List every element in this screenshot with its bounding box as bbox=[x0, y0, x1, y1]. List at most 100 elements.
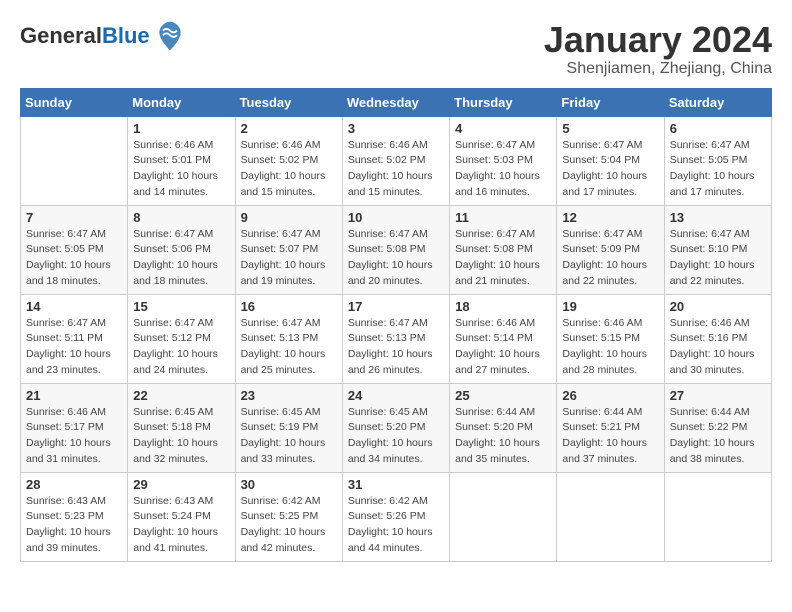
week-row-2: 7 Sunrise: 6:47 AMSunset: 5:05 PMDaylight… bbox=[21, 205, 772, 294]
day-number: 20 bbox=[670, 299, 766, 314]
day-number: 13 bbox=[670, 210, 766, 225]
day-info: Sunrise: 6:45 AMSunset: 5:18 PMDaylight:… bbox=[133, 405, 229, 468]
week-row-4: 21 Sunrise: 6:46 AMSunset: 5:17 PMDayligh… bbox=[21, 383, 772, 472]
day-number: 15 bbox=[133, 299, 229, 314]
calendar-cell: 5 Sunrise: 6:47 AMSunset: 5:04 PMDaylight… bbox=[557, 116, 664, 205]
day-number: 17 bbox=[348, 299, 444, 314]
header-row: SundayMondayTuesdayWednesdayThursdayFrid… bbox=[21, 88, 772, 116]
day-info: Sunrise: 6:47 AMSunset: 5:08 PMDaylight:… bbox=[348, 227, 444, 290]
calendar-cell bbox=[557, 472, 664, 561]
day-number: 28 bbox=[26, 477, 122, 492]
calendar-cell bbox=[664, 472, 771, 561]
title-block: January 2024 Shenjiamen, Zhejiang, China bbox=[544, 20, 772, 78]
day-number: 11 bbox=[455, 210, 551, 225]
calendar-cell: 11 Sunrise: 6:47 AMSunset: 5:08 PMDayligh… bbox=[450, 205, 557, 294]
page-header: GeneralBlue January 2024 Shenjiamen, Zhe… bbox=[20, 20, 772, 78]
calendar-cell bbox=[21, 116, 128, 205]
day-number: 6 bbox=[670, 121, 766, 136]
day-number: 27 bbox=[670, 388, 766, 403]
day-number: 21 bbox=[26, 388, 122, 403]
day-info: Sunrise: 6:44 AMSunset: 5:21 PMDaylight:… bbox=[562, 405, 658, 468]
day-number: 14 bbox=[26, 299, 122, 314]
day-info: Sunrise: 6:47 AMSunset: 5:12 PMDaylight:… bbox=[133, 316, 229, 379]
day-info: Sunrise: 6:45 AMSunset: 5:19 PMDaylight:… bbox=[241, 405, 337, 468]
day-info: Sunrise: 6:46 AMSunset: 5:02 PMDaylight:… bbox=[241, 138, 337, 201]
day-info: Sunrise: 6:46 AMSunset: 5:14 PMDaylight:… bbox=[455, 316, 551, 379]
calendar-cell: 27 Sunrise: 6:44 AMSunset: 5:22 PMDayligh… bbox=[664, 383, 771, 472]
week-row-3: 14 Sunrise: 6:47 AMSunset: 5:11 PMDayligh… bbox=[21, 294, 772, 383]
day-info: Sunrise: 6:42 AMSunset: 5:26 PMDaylight:… bbox=[348, 494, 444, 557]
header-day-saturday: Saturday bbox=[664, 88, 771, 116]
calendar-cell: 8Sunrise: 6:47 AMSunset: 5:06 PMDaylight… bbox=[128, 205, 235, 294]
header-day-thursday: Thursday bbox=[450, 88, 557, 116]
calendar-table: SundayMondayTuesdayWednesdayThursdayFrid… bbox=[20, 88, 772, 562]
calendar-cell: 10Sunrise: 6:47 AMSunset: 5:08 PMDayligh… bbox=[342, 205, 449, 294]
day-info: Sunrise: 6:47 AMSunset: 5:13 PMDaylight:… bbox=[348, 316, 444, 379]
day-info: Sunrise: 6:46 AMSunset: 5:16 PMDaylight:… bbox=[670, 316, 766, 379]
calendar-cell: 23 Sunrise: 6:45 AMSunset: 5:19 PMDayligh… bbox=[235, 383, 342, 472]
day-info: Sunrise: 6:47 AMSunset: 5:08 PMDaylight:… bbox=[455, 227, 551, 290]
day-number: 25 bbox=[455, 388, 551, 403]
day-number: 30 bbox=[241, 477, 337, 492]
day-info: Sunrise: 6:46 AMSunset: 5:02 PMDaylight:… bbox=[348, 138, 444, 201]
calendar-cell: 20 Sunrise: 6:46 AMSunset: 5:16 PMDayligh… bbox=[664, 294, 771, 383]
logo-blue-text: Blue bbox=[102, 23, 150, 48]
calendar-cell: 25Sunrise: 6:44 AMSunset: 5:20 PMDayligh… bbox=[450, 383, 557, 472]
day-number: 1 bbox=[133, 121, 229, 136]
day-number: 22 bbox=[133, 388, 229, 403]
calendar-cell: 14 Sunrise: 6:47 AMSunset: 5:11 PMDayligh… bbox=[21, 294, 128, 383]
header-day-tuesday: Tuesday bbox=[235, 88, 342, 116]
day-info: Sunrise: 6:47 AMSunset: 5:13 PMDaylight:… bbox=[241, 316, 337, 379]
day-info: Sunrise: 6:47 AMSunset: 5:04 PMDaylight:… bbox=[562, 138, 658, 201]
calendar-cell: 17 Sunrise: 6:47 AMSunset: 5:13 PMDayligh… bbox=[342, 294, 449, 383]
day-number: 19 bbox=[562, 299, 658, 314]
day-info: Sunrise: 6:46 AMSunset: 5:01 PMDaylight:… bbox=[133, 138, 229, 201]
logo-general-text: General bbox=[20, 23, 102, 48]
location: Shenjiamen, Zhejiang, China bbox=[544, 60, 772, 78]
calendar-cell: 16Sunrise: 6:47 AMSunset: 5:13 PMDayligh… bbox=[235, 294, 342, 383]
week-row-1: 1 Sunrise: 6:46 AMSunset: 5:01 PMDaylight… bbox=[21, 116, 772, 205]
day-info: Sunrise: 6:47 AMSunset: 5:03 PMDaylight:… bbox=[455, 138, 551, 201]
day-info: Sunrise: 6:42 AMSunset: 5:25 PMDaylight:… bbox=[241, 494, 337, 557]
day-info: Sunrise: 6:47 AMSunset: 5:07 PMDaylight:… bbox=[241, 227, 337, 290]
day-info: Sunrise: 6:47 AMSunset: 5:10 PMDaylight:… bbox=[670, 227, 766, 290]
day-number: 3 bbox=[348, 121, 444, 136]
calendar-cell: 6 Sunrise: 6:47 AMSunset: 5:05 PMDaylight… bbox=[664, 116, 771, 205]
day-number: 24 bbox=[348, 388, 444, 403]
calendar-cell: 21 Sunrise: 6:46 AMSunset: 5:17 PMDayligh… bbox=[21, 383, 128, 472]
calendar-cell: 12Sunrise: 6:47 AMSunset: 5:09 PMDayligh… bbox=[557, 205, 664, 294]
day-number: 18 bbox=[455, 299, 551, 314]
day-number: 31 bbox=[348, 477, 444, 492]
calendar-cell: 1 Sunrise: 6:46 AMSunset: 5:01 PMDaylight… bbox=[128, 116, 235, 205]
calendar-cell: 31 Sunrise: 6:42 AMSunset: 5:26 PMDayligh… bbox=[342, 472, 449, 561]
calendar-cell: 19 Sunrise: 6:46 AMSunset: 5:15 PMDayligh… bbox=[557, 294, 664, 383]
logo-icon bbox=[154, 20, 186, 52]
calendar-cell: 26Sunrise: 6:44 AMSunset: 5:21 PMDayligh… bbox=[557, 383, 664, 472]
calendar-cell: 30 Sunrise: 6:42 AMSunset: 5:25 PMDayligh… bbox=[235, 472, 342, 561]
day-info: Sunrise: 6:44 AMSunset: 5:22 PMDaylight:… bbox=[670, 405, 766, 468]
header-day-friday: Friday bbox=[557, 88, 664, 116]
header-day-wednesday: Wednesday bbox=[342, 88, 449, 116]
calendar-cell: 9Sunrise: 6:47 AMSunset: 5:07 PMDaylight… bbox=[235, 205, 342, 294]
calendar-cell: 2Sunrise: 6:46 AMSunset: 5:02 PMDaylight… bbox=[235, 116, 342, 205]
day-info: Sunrise: 6:47 AMSunset: 5:05 PMDaylight:… bbox=[26, 227, 122, 290]
calendar-cell: 7 Sunrise: 6:47 AMSunset: 5:05 PMDaylight… bbox=[21, 205, 128, 294]
day-number: 29 bbox=[133, 477, 229, 492]
day-info: Sunrise: 6:46 AMSunset: 5:15 PMDaylight:… bbox=[562, 316, 658, 379]
calendar-cell: 15 Sunrise: 6:47 AMSunset: 5:12 PMDayligh… bbox=[128, 294, 235, 383]
calendar-cell bbox=[450, 472, 557, 561]
day-number: 5 bbox=[562, 121, 658, 136]
logo: GeneralBlue bbox=[20, 20, 186, 52]
day-info: Sunrise: 6:47 AMSunset: 5:11 PMDaylight:… bbox=[26, 316, 122, 379]
day-info: Sunrise: 6:47 AMSunset: 5:05 PMDaylight:… bbox=[670, 138, 766, 201]
day-info: Sunrise: 6:45 AMSunset: 5:20 PMDaylight:… bbox=[348, 405, 444, 468]
calendar-cell: 24 Sunrise: 6:45 AMSunset: 5:20 PMDayligh… bbox=[342, 383, 449, 472]
day-number: 7 bbox=[26, 210, 122, 225]
day-info: Sunrise: 6:46 AMSunset: 5:17 PMDaylight:… bbox=[26, 405, 122, 468]
calendar-cell: 13 Sunrise: 6:47 AMSunset: 5:10 PMDayligh… bbox=[664, 205, 771, 294]
header-day-monday: Monday bbox=[128, 88, 235, 116]
calendar-cell: 28Sunrise: 6:43 AMSunset: 5:23 PMDayligh… bbox=[21, 472, 128, 561]
day-number: 23 bbox=[241, 388, 337, 403]
calendar-cell: 29Sunrise: 6:43 AMSunset: 5:24 PMDayligh… bbox=[128, 472, 235, 561]
day-info: Sunrise: 6:47 AMSunset: 5:06 PMDaylight:… bbox=[133, 227, 229, 290]
